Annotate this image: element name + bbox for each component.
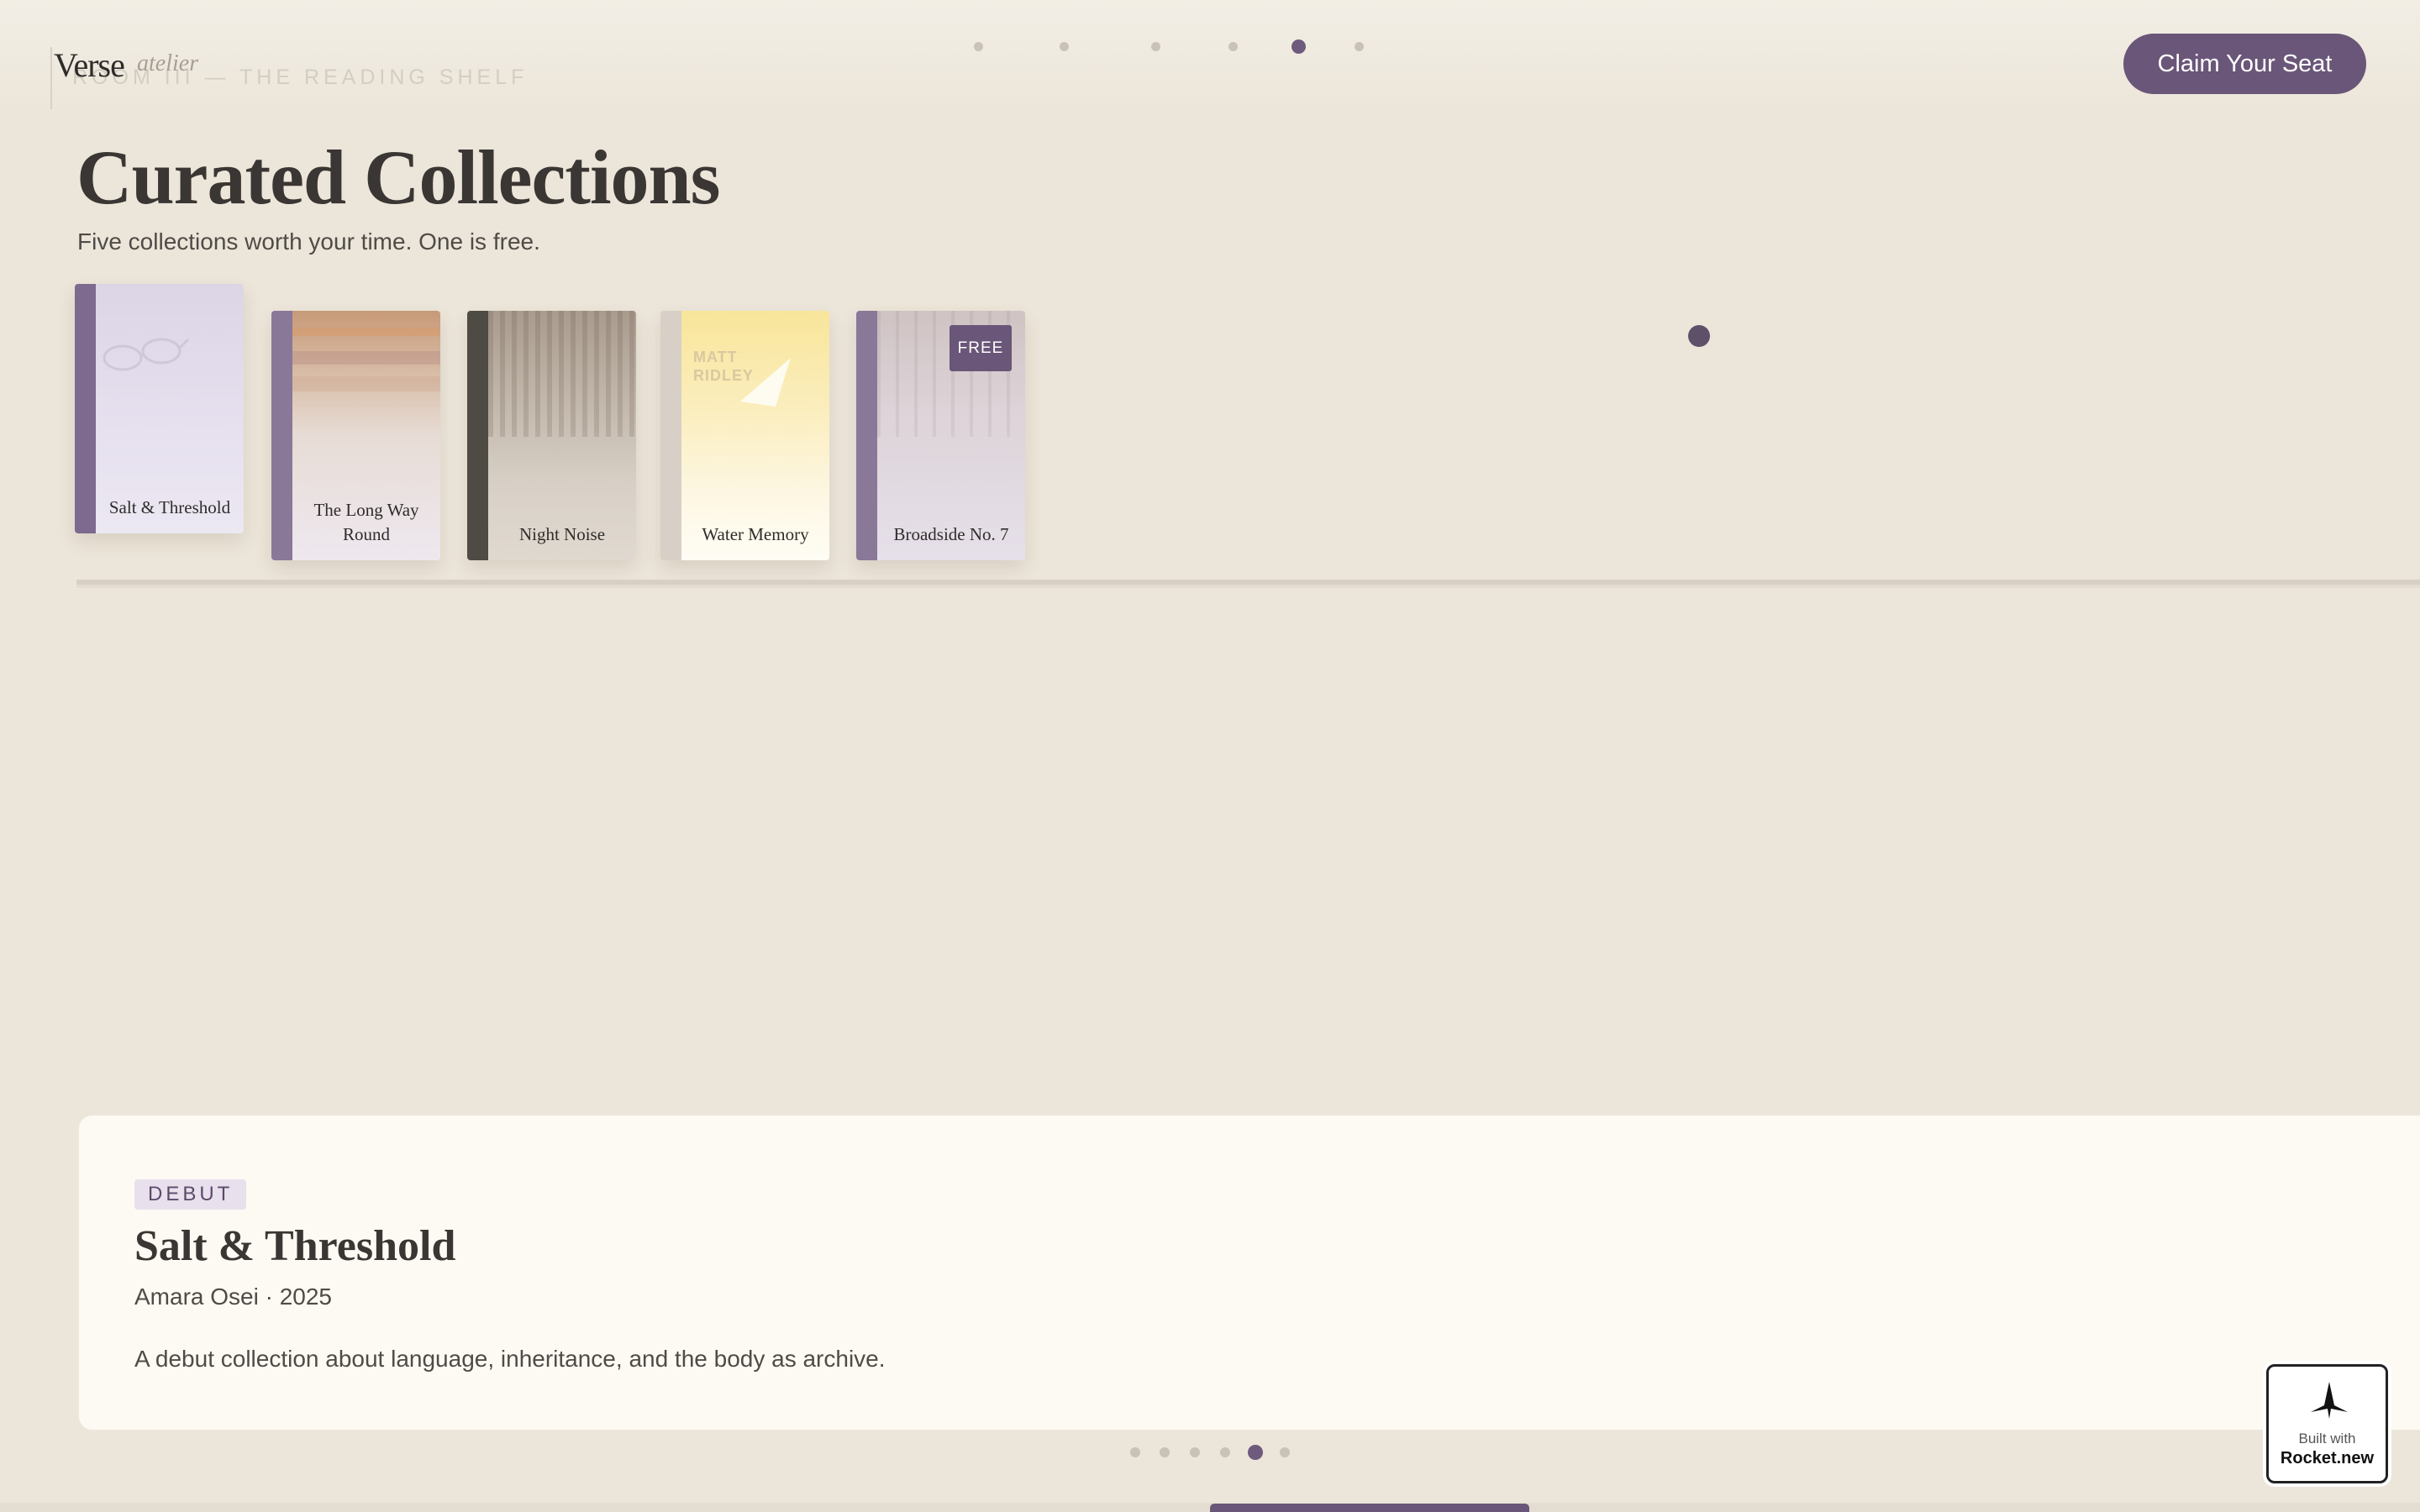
badge-caption: Built with: [2298, 1431, 2356, 1446]
book-title: Salt & Threshold: [108, 497, 231, 517]
shelf-plank: [76, 580, 2420, 588]
logo[interactable]: Verse: [54, 45, 125, 85]
book-spine: [856, 311, 877, 560]
book-title: Broadside No. 7: [893, 524, 1009, 544]
collection-detail-card: DEBUT Salt & Threshold Amara Osei · 2025…: [77, 1114, 2420, 1431]
book-stack-illustration: [292, 328, 440, 336]
collection-tag: DEBUT: [134, 1179, 247, 1210]
cursor-indicator: [1688, 325, 1710, 347]
book-spine: [660, 311, 681, 560]
paper-plane-icon: [740, 358, 791, 407]
book-spine: [271, 311, 292, 560]
section-dot-4[interactable]: [1228, 42, 1238, 51]
section-dot-2[interactable]: [1060, 42, 1069, 51]
glasses-illustration-icon: [103, 338, 190, 371]
book-spine: [467, 311, 488, 560]
section-dot-5-active[interactable]: [1292, 39, 1306, 54]
pager-dot-5-active[interactable]: [1248, 1445, 1263, 1460]
pager-dot-2[interactable]: [1160, 1447, 1170, 1457]
pager-dot-4[interactable]: [1220, 1447, 1230, 1457]
book-water-memory[interactable]: MATT RIDLEY Water Memory: [660, 311, 829, 560]
free-badge: FREE: [950, 325, 1012, 371]
section-dot-1[interactable]: [974, 42, 983, 51]
page-title: Curated Collections: [76, 134, 720, 220]
page-subtitle: Five collections worth your time. One is…: [77, 228, 540, 255]
pager-dot-3[interactable]: [1190, 1447, 1200, 1457]
book-title: Water Memory: [702, 524, 809, 544]
book-title: The Long Way Round: [313, 500, 419, 544]
pager-dot-1[interactable]: [1130, 1447, 1140, 1457]
logo-subtitle: atelier: [137, 50, 199, 76]
pager-dot-6[interactable]: [1280, 1447, 1290, 1457]
claim-seat-button[interactable]: Claim Your Seat: [2123, 34, 2366, 94]
brand-divider: [50, 47, 52, 109]
book-night-noise[interactable]: Night Noise: [467, 311, 636, 560]
built-with-rocket-badge[interactable]: Built with Rocket.new: [2266, 1364, 2388, 1483]
scroll-progress-thumb[interactable]: [1210, 1504, 1529, 1512]
collection-title: Salt & Threshold: [134, 1222, 456, 1270]
collection-description: A debut collection about language, inher…: [134, 1346, 886, 1372]
collection-meta: Amara Osei · 2025: [134, 1284, 332, 1310]
book-long-way-round[interactable]: The Long Way Round: [271, 311, 440, 560]
section-dot-3[interactable]: [1151, 42, 1160, 51]
section-dot-6[interactable]: [1355, 42, 1364, 51]
book-stack-illustration: [292, 351, 440, 365]
book-spine: [75, 284, 96, 533]
book-broadside-no-7[interactable]: FREE Broadside No. 7: [856, 311, 1025, 560]
book-stack-illustration: [292, 376, 440, 391]
top-navigation: ROOM III — THE READING SHELF Verse ateli…: [0, 0, 2420, 118]
book-title: Night Noise: [518, 524, 606, 544]
badge-brand: Rocket.new: [2280, 1449, 2375, 1467]
bookshelf-illustration: [488, 311, 636, 437]
rocket-icon: [2311, 1382, 2348, 1419]
book-salt-threshold[interactable]: Salt & Threshold: [75, 284, 244, 533]
